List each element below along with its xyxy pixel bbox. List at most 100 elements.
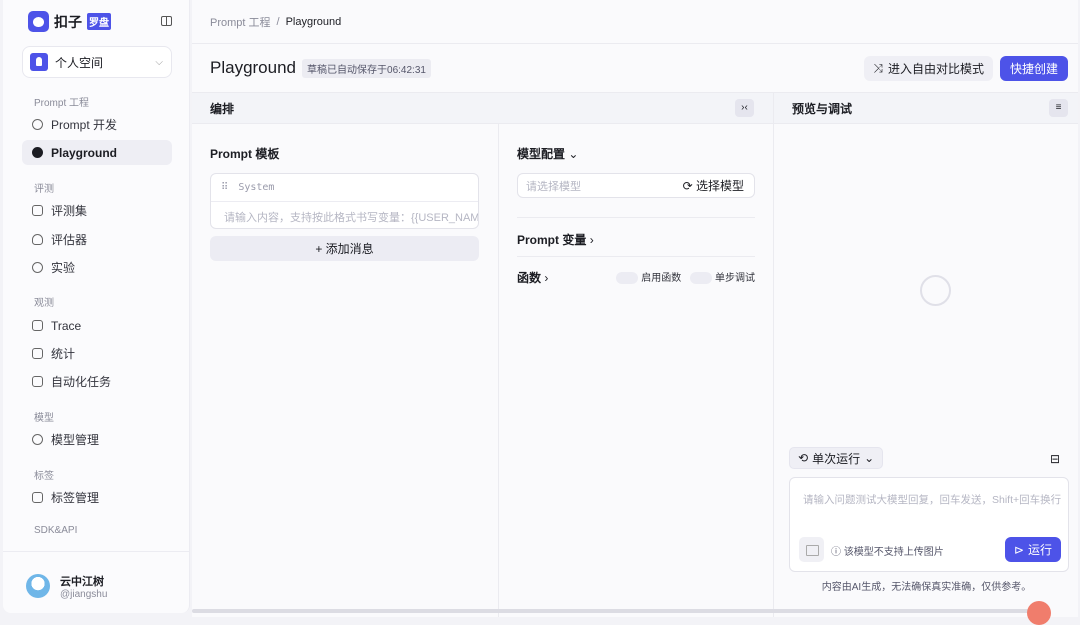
tag-icon [32,492,43,503]
title-bar: Playground 草稿已自动保存于06:42:31 ⤨ 进入自由对比模式 快捷… [192,44,1078,93]
add-message-button[interactable]: + 添加消息 [210,236,479,261]
avatar [26,574,50,598]
breadcrumb-parent[interactable]: Prompt 工程 [210,14,271,30]
section-prompt: Prompt 工程 [34,98,90,109]
section-model: 模型 [34,413,54,424]
workspace-select[interactable]: 个人空间 ⌵ [22,46,172,78]
preview-column: ⟲ 单次运行 ⌄ ⊟ 请输入问题测试大模型回复，回车发送，Shift+回车换行 ⓘ … [774,124,1078,617]
role-select[interactable]: System [238,182,274,193]
play-circle-icon: ⊳ [1013,542,1024,557]
draft-status-badge: 草稿已自动保存于06:42:31 [302,58,431,78]
brand-badge: 罗盘 [87,13,111,30]
compare-icon: ⤨ [873,60,883,75]
preview-panel-header: 预览与调试 ≡ [774,93,1078,124]
prompt-variables-toggle[interactable]: Prompt 变量 › [517,231,594,248]
horizontal-scrollbar[interactable] [192,609,1032,613]
label: 选择模型 [695,179,744,193]
breadcrumb-current: Playground [285,15,342,28]
sidebar-toggle-icon[interactable] [161,16,172,26]
label: 模型配置 [517,147,566,161]
select-model-button[interactable]: ⟳ 选择模型 [683,177,744,194]
breadcrumb-sep: / [276,15,280,28]
chat-input[interactable]: 请输入问题测试大模型回复，回车发送，Shift+回车换行 [803,492,1061,507]
run-mode-select[interactable]: ⟲ 单次运行 ⌄ [789,447,884,469]
label: 统计 [51,347,76,361]
database-icon [32,205,43,216]
label: 模型管理 [51,433,100,447]
sidebar-item-automation[interactable]: 自动化任务 [22,369,172,394]
template-title: Prompt 模板 [210,147,280,161]
chevron-right-icon: › [544,271,549,285]
sidebar-item-datasets[interactable]: 评测集 [22,198,172,223]
label: Playground [51,145,118,160]
functions-toggle[interactable]: 函数 › [517,269,548,286]
breadcrumb: Prompt 工程 / Playground [192,0,1078,44]
model-select[interactable]: 请选择模型 ⟳ 选择模型 [517,173,755,198]
sidebar: 扣子 罗盘 个人空间 ⌵ Prompt 工程 Prompt 开发 Playgro… [3,0,190,613]
drag-handle-icon[interactable]: ⠿ [221,182,228,193]
logo[interactable]: 扣子 罗盘 [28,11,111,32]
quick-create-button[interactable]: 快捷创建 [999,55,1068,81]
page-title: Playground [210,58,297,77]
sidebar-item-evaluators[interactable]: 评估器 [22,227,172,252]
sidebar-item-experiments[interactable]: 实验 [22,255,172,280]
bulb-icon [32,234,43,245]
section-observe: 观测 [34,298,54,309]
section-sdk[interactable]: SDK&API [34,525,77,536]
message-input[interactable]: 请输入内容，支持按此格式书写变量：{{USER_NAM [211,202,478,228]
section-eval: 评测 [34,184,54,195]
enable-functions-label: 启用函数 [641,273,682,284]
panel-menu-icon[interactable]: ≡ [1049,99,1068,117]
play-icon [32,147,43,158]
main: Prompt 工程 / Playground Playground 草稿已自动保… [192,0,1078,617]
editor-title: 编排 [210,101,235,116]
cube-icon [32,434,43,445]
workspace-label: 个人空间 [55,55,104,70]
user-icon [30,53,48,71]
task-icon [32,376,43,387]
gauge-icon [32,262,43,273]
model-config-toggle[interactable]: 模型配置 ⌄ [517,145,578,162]
label: Prompt 变量 [517,233,587,247]
label: 该模型不支持上传图片 [843,547,944,558]
enable-functions-switch[interactable] [616,272,639,285]
chart-icon [32,348,43,359]
prompt-template-column: Prompt 模板 ⠿ System 请输入内容，支持按此格式书写变量：{{USE… [192,124,498,617]
assistant-mascot-icon[interactable] [1027,601,1051,625]
label: 自动化任务 [51,375,112,389]
system-message: ⠿ System 请输入内容，支持按此格式书写变量：{{USER_NAM [210,173,479,229]
run-once-icon: ⟲ [798,451,809,465]
editor-panel-header: 编排 ›‹ [192,93,773,124]
info-icon: ⓘ [831,547,841,558]
trace-icon [32,320,43,331]
sidebar-item-playground[interactable]: Playground [22,140,172,165]
chat-input-box[interactable]: 请输入问题测试大模型回复，回车发送，Shift+回车换行 ⓘ 该模型不支持上传图… [789,477,1069,572]
preview-title: 预览与调试 [792,101,853,116]
sidebar-item-stats[interactable]: 统计 [22,341,172,366]
user-profile[interactable]: 云中江树 @jiangshu [3,551,190,611]
label: Prompt 开发 [51,118,118,132]
label: 运行 [1027,543,1052,557]
brand-name: 扣子 [54,13,82,30]
clear-history-icon[interactable]: ⊟ [1050,452,1060,466]
chevron-down-icon: ⌵ [155,56,163,68]
label: 实验 [51,261,76,275]
sidebar-item-tags[interactable]: 标签管理 [22,485,172,510]
step-debug-label: 单步调试 [715,273,755,284]
step-debug-switch[interactable] [690,272,712,285]
logo-icon [28,11,49,32]
upload-image-icon[interactable] [799,537,824,562]
section-tags: 标签 [34,471,54,482]
label: 函数 [517,271,542,285]
compare-mode-button[interactable]: ⤨ 进入自由对比模式 [864,55,993,81]
sidebar-item-models[interactable]: 模型管理 [22,427,172,452]
sidebar-item-trace[interactable]: Trace [22,313,172,338]
sidebar-item-prompt-dev[interactable]: Prompt 开发 [22,112,172,137]
label: 标签管理 [51,491,100,505]
run-button[interactable]: ⊳ 运行 [1004,537,1061,562]
model-placeholder: 请选择模型 [526,180,581,193]
label: 评估器 [51,233,88,247]
compare-label: 进入自由对比模式 [887,61,984,76]
run-mode-label: 单次运行 [812,451,861,466]
collapse-panel-icon[interactable]: ›‹ [735,99,754,117]
